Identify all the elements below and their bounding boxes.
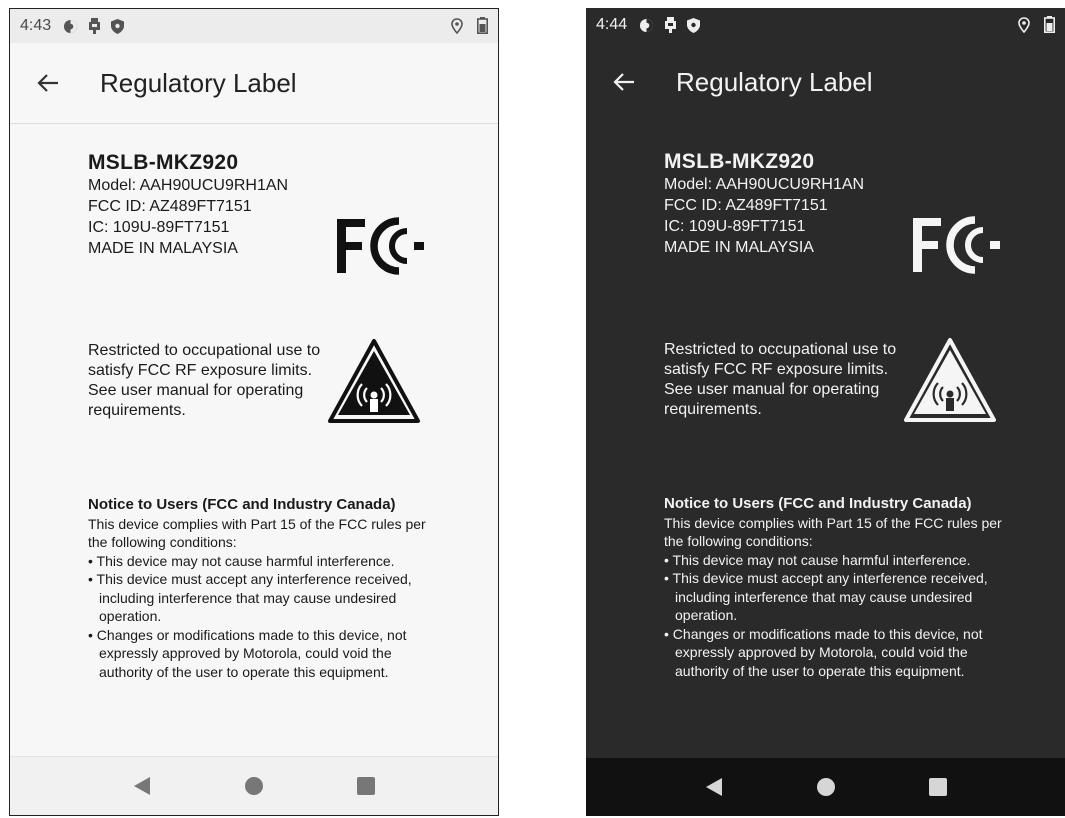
nav-recents-icon [928,778,947,796]
notice-bullet: • Changes or modifications made to this … [88,626,407,680]
back-button[interactable] [28,63,68,103]
nav-home-icon [816,778,835,796]
page-title: Regulatory Label [100,67,297,98]
back-arrow-icon [613,73,634,91]
battery-icon [477,17,488,34]
navigation-bar [586,758,1065,816]
regulatory-label: MSLB-MKZ920 Model: AAH90UCU9RH1AN FCC ID… [88,151,448,680]
notice-section: Notice to Users (FCC and Industry Canada… [88,496,428,681]
app-bar: Regulatory Label [10,43,498,124]
usb-icon [89,18,101,34]
back-arrow-icon [37,74,58,92]
location-icon [1018,16,1030,33]
data-saver-icon [64,19,78,33]
notice-bullet: • This device may not cause harmful inte… [664,551,971,568]
nav-home-button[interactable] [242,774,266,798]
data-saver-icon [640,18,654,32]
back-button[interactable] [604,62,644,102]
shield-icon [111,18,125,34]
rf-warning-icon [904,338,996,422]
rf-warning-text: Restricted to occupational use to satisf… [664,341,897,418]
dark-screen: 4:44 Regulatory Label MSLB-MKZ920 Model:… [586,8,1065,816]
model-name: MSLB-MKZ920 [88,151,239,174]
status-time: 4:44 [596,16,628,33]
rf-warning-text: Restricted to occupational use to satisf… [88,342,321,419]
shield-icon [687,17,701,33]
nav-home-button[interactable] [814,775,838,799]
nav-recents-button[interactable] [354,774,378,798]
notice-bullet: • This device may not cause harmful inte… [88,552,395,569]
notice-title: Notice to Users (FCC and Industry Canada… [88,496,396,513]
usb-icon [665,17,677,33]
light-screen: 4:43 Regulatory Label MSLB-MKZ920 Model:… [9,8,499,816]
status-bar: 4:43 [10,9,498,43]
nav-recents-icon [357,777,375,795]
notice-bullet: • Changes or modifications made to this … [664,625,983,679]
status-bar: 4:44 [586,8,1065,42]
notice-intro: This device complies with Part 15 of the… [88,515,426,551]
notice-bullet: • This device must accept any interferen… [664,570,988,623]
notice-title: Notice to Users (FCC and Industry Canada… [664,495,972,512]
battery-icon [1044,16,1055,33]
nav-back-icon [705,778,722,796]
model-number: Model: AAH90UCU9RH1AN [88,177,289,194]
fcc-id: FCC ID: AZ489FT7151 [88,198,252,215]
app-bar: Regulatory Label [586,42,1065,122]
page-title: Regulatory Label [676,66,873,97]
notice-intro: This device complies with Part 15 of the… [664,514,1002,550]
model-number: Model: AAH90UCU9RH1AN [664,176,865,193]
notice-section: Notice to Users (FCC and Industry Canada… [664,495,1004,680]
status-time: 4:43 [20,17,52,34]
fcc-logo-icon [337,217,424,275]
nav-back-button[interactable] [130,774,154,798]
notice-bullet: • This device must accept any interferen… [88,571,412,624]
nav-back-icon [134,777,150,795]
regulatory-label: MSLB-MKZ920 Model: AAH90UCU9RH1AN FCC ID… [664,150,1024,679]
nav-home-icon [245,777,263,795]
model-name: MSLB-MKZ920 [664,150,815,173]
location-icon [451,17,463,34]
nav-recents-button[interactable] [926,775,950,799]
fcc-logo-icon [913,216,1000,274]
navigation-bar [10,756,498,815]
nav-back-button[interactable] [702,775,726,799]
rf-warning-icon [328,339,420,423]
fcc-id: FCC ID: AZ489FT7151 [664,197,828,214]
